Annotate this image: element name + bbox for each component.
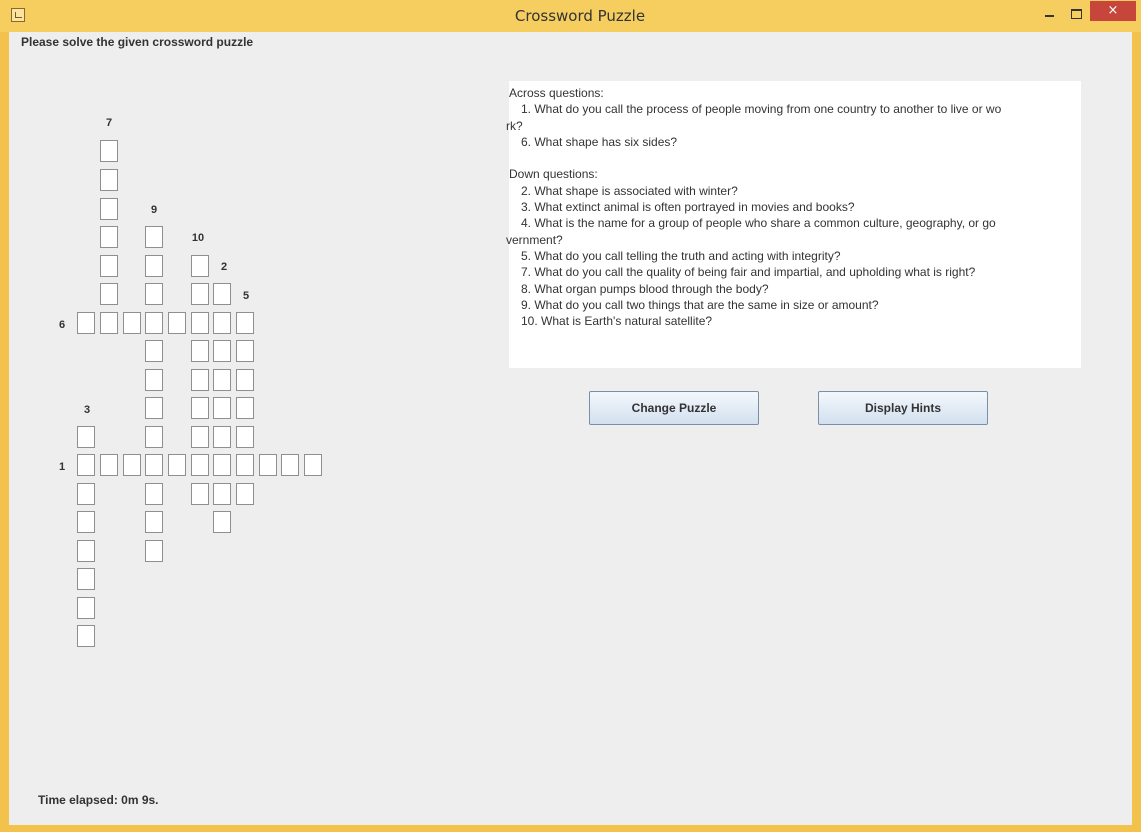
- crossword-cell[interactable]: [191, 454, 209, 476]
- down-heading: Down questions:: [509, 167, 598, 182]
- crossword-cell[interactable]: [123, 454, 141, 476]
- clue-down-4-wrap: vernment?: [506, 232, 563, 247]
- crossword-cell[interactable]: [100, 198, 118, 220]
- crossword-cell[interactable]: [100, 226, 118, 248]
- clues-text-area[interactable]: Across questions: 1. What do you call th…: [506, 81, 1081, 368]
- time-elapsed-label: Time elapsed: 0m 9s.: [38, 793, 159, 807]
- crossword-cell[interactable]: [236, 397, 254, 419]
- clue-number-3: 3: [83, 404, 91, 416]
- crossword-cell[interactable]: [191, 426, 209, 448]
- close-icon[interactable]: ×: [1090, 1, 1136, 21]
- crossword-cell[interactable]: [145, 283, 163, 305]
- crossword-cell[interactable]: [213, 426, 231, 448]
- clue-across-1-wrap: rk?: [506, 118, 523, 133]
- window-title: Crossword Puzzle: [514, 7, 646, 25]
- clue-number-6: 6: [58, 319, 66, 331]
- crossword-cell[interactable]: [213, 283, 231, 305]
- crossword-cell[interactable]: [77, 597, 95, 619]
- crossword-cell[interactable]: [77, 625, 95, 647]
- crossword-cell[interactable]: [213, 483, 231, 505]
- crossword-cell[interactable]: [191, 369, 209, 391]
- clue-down-8: 8. What organ pumps blood through the bo…: [521, 281, 769, 296]
- clue-down-3: 3. What extinct animal is often portraye…: [521, 200, 855, 215]
- crossword-cell[interactable]: [236, 483, 254, 505]
- crossword-cell[interactable]: [191, 397, 209, 419]
- crossword-cell[interactable]: [236, 340, 254, 362]
- crossword-cell[interactable]: [281, 454, 299, 476]
- title-bar[interactable]: Crossword Puzzle ×: [0, 0, 1141, 32]
- crossword-cell[interactable]: [191, 312, 209, 334]
- crossword-cell[interactable]: [77, 454, 95, 476]
- crossword-cell[interactable]: [145, 255, 163, 277]
- crossword-cell[interactable]: [145, 511, 163, 533]
- change-puzzle-button[interactable]: Change Puzzle: [589, 391, 759, 425]
- clue-number-7: 7: [105, 117, 113, 129]
- crossword-cell[interactable]: [145, 426, 163, 448]
- crossword-cell[interactable]: [168, 312, 186, 334]
- clue-down-5: 5. What do you call telling the truth an…: [521, 248, 841, 263]
- crossword-cell[interactable]: [236, 312, 254, 334]
- crossword-cell[interactable]: [191, 483, 209, 505]
- crossword-cell[interactable]: [168, 454, 186, 476]
- crossword-cell[interactable]: [77, 426, 95, 448]
- crossword-cell[interactable]: [100, 283, 118, 305]
- crossword-cell[interactable]: [77, 568, 95, 590]
- crossword-cell[interactable]: [145, 312, 163, 334]
- instruction-label: Please solve the given crossword puzzle: [21, 35, 254, 49]
- crossword-cell[interactable]: [191, 255, 209, 277]
- across-heading: Across questions:: [509, 86, 604, 100]
- crossword-cell[interactable]: [123, 312, 141, 334]
- crossword-cell[interactable]: [145, 540, 163, 562]
- crossword-cell[interactable]: [236, 426, 254, 448]
- crossword-cell[interactable]: [145, 226, 163, 248]
- crossword-cell[interactable]: [236, 454, 254, 476]
- crossword-cell[interactable]: [100, 140, 118, 162]
- clue-down-10: 10. What is Earth's natural satellite?: [521, 314, 713, 329]
- clue-number-9: 9: [150, 204, 158, 216]
- clue-number-10: 10: [191, 232, 205, 244]
- clue-across-6: 6. What shape has six sides?: [521, 134, 678, 149]
- crossword-cell[interactable]: [100, 454, 118, 476]
- display-hints-button[interactable]: Display Hints: [818, 391, 988, 425]
- crossword-cell[interactable]: [259, 454, 277, 476]
- crossword-cell[interactable]: [213, 340, 231, 362]
- crossword-cell[interactable]: [213, 454, 231, 476]
- clue-number-5: 5: [242, 290, 250, 302]
- crossword-cell[interactable]: [145, 454, 163, 476]
- minimize-icon[interactable]: [1037, 4, 1063, 24]
- crossword-cell[interactable]: [100, 169, 118, 191]
- clue-number-1: 1: [58, 461, 66, 473]
- crossword-cell[interactable]: [77, 483, 95, 505]
- clue-down-7: 7. What do you call the quality of being…: [521, 265, 976, 280]
- crossword-cell[interactable]: [236, 369, 254, 391]
- crossword-cell[interactable]: [145, 397, 163, 419]
- crossword-cell[interactable]: [191, 340, 209, 362]
- crossword-cell[interactable]: [213, 312, 231, 334]
- crossword-cell[interactable]: [145, 483, 163, 505]
- crossword-cell[interactable]: [304, 454, 322, 476]
- crossword-cell[interactable]: [213, 397, 231, 419]
- crossword-cell[interactable]: [213, 369, 231, 391]
- crossword-cell[interactable]: [77, 540, 95, 562]
- crossword-cell[interactable]: [100, 312, 118, 334]
- clue-down-4: 4. What is the name for a group of peopl…: [521, 216, 996, 231]
- maximize-icon[interactable]: [1063, 4, 1089, 24]
- crossword-cell[interactable]: [145, 340, 163, 362]
- clue-across-1: 1. What do you call the process of peopl…: [521, 102, 1002, 117]
- crossword-cell[interactable]: [100, 255, 118, 277]
- crossword-cell[interactable]: [145, 369, 163, 391]
- clue-number-2: 2: [220, 261, 228, 273]
- crossword-cell[interactable]: [213, 511, 231, 533]
- crossword-cell[interactable]: [77, 312, 95, 334]
- crossword-cell[interactable]: [191, 283, 209, 305]
- clue-down-2: 2. What shape is associated with winter?: [521, 183, 738, 198]
- crossword-cell[interactable]: [77, 511, 95, 533]
- clue-down-9: 9. What do you call two things that are …: [521, 297, 879, 312]
